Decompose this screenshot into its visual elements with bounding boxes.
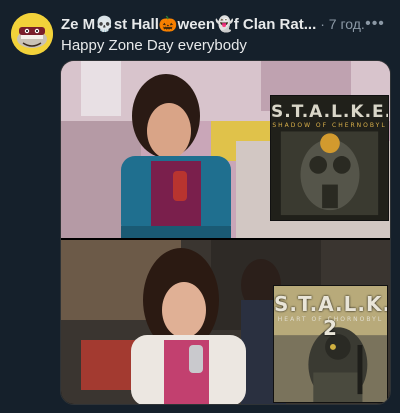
avatar-image <box>11 13 53 55</box>
game-cover-stalker-2: S.T.A.L.K.E.R. 2 HEART OF CHORNOBYL <box>273 285 388 403</box>
meme-panel-top: S.T.A.L.K.E.R SHADOW OF CHERNOBYL <box>61 61 390 238</box>
cover-title: S.T.A.L.K.E.R <box>271 102 388 122</box>
post-text: Happy Zone Day everybody <box>61 37 247 54</box>
more-options-button[interactable]: ••• <box>365 14 385 34</box>
timestamp[interactable]: · 7 год. <box>320 16 365 32</box>
post: Ze M💀st Hall🎃ween👻f Clan Rat... · 7 год.… <box>0 0 400 413</box>
avatar[interactable] <box>11 13 53 55</box>
post-media[interactable]: S.T.A.L.K.E.R SHADOW OF CHERNOBYL <box>60 60 391 405</box>
cover-subtitle: HEART OF CHORNOBYL <box>277 316 384 323</box>
cover-subtitle: SHADOW OF CHERNOBYL <box>272 122 387 129</box>
meme-panel-bottom: S.T.A.L.K.E.R. 2 HEART OF CHORNOBYL <box>61 240 390 404</box>
post-header: Ze M💀st Hall🎃ween👻f Clan Rat... · 7 год.… <box>61 14 391 34</box>
game-cover-stalker: S.T.A.L.K.E.R SHADOW OF CHERNOBYL <box>270 95 389 221</box>
display-name[interactable]: Ze M💀st Hall🎃ween👻f Clan Rat... <box>61 15 316 33</box>
